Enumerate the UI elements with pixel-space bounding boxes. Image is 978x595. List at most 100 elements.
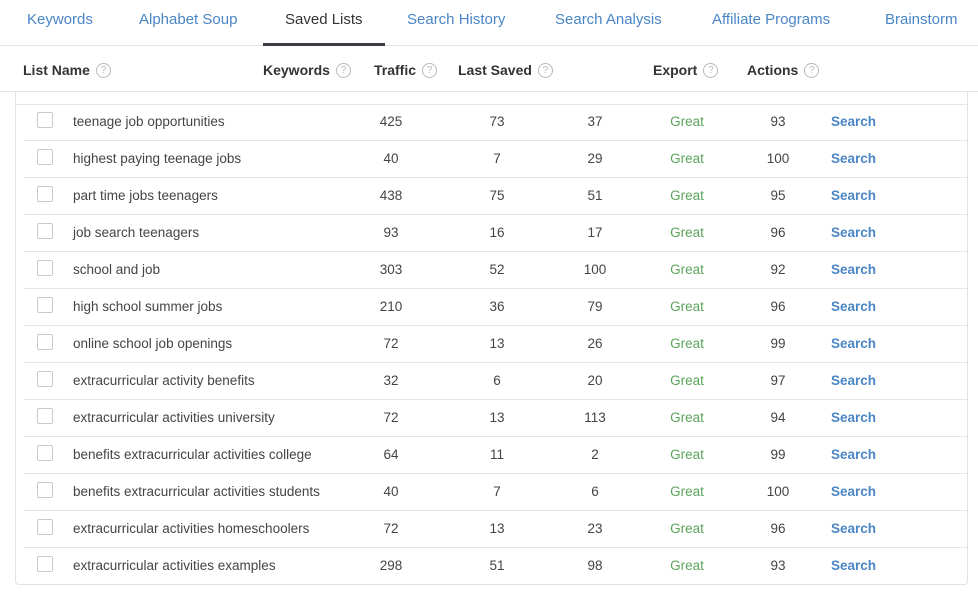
help-icon[interactable]: ? bbox=[335, 63, 351, 78]
row-checkbox[interactable] bbox=[37, 445, 53, 461]
table-row: extracurricular activity benefits 32 6 2… bbox=[24, 363, 967, 400]
column-header-label: Export bbox=[653, 62, 698, 78]
search-link[interactable]: Search bbox=[831, 363, 876, 399]
metric-value: 13 bbox=[489, 521, 505, 536]
column-header-label: Keywords bbox=[263, 62, 330, 78]
metric-value: 40 bbox=[383, 151, 399, 166]
help-icon[interactable]: ? bbox=[95, 63, 111, 78]
row-checkbox[interactable] bbox=[37, 556, 53, 572]
metric-value: 96 bbox=[770, 299, 786, 314]
metric-value: 51 bbox=[587, 188, 603, 203]
help-icon[interactable]: ? bbox=[703, 63, 719, 78]
metric-value: 210 bbox=[379, 299, 403, 314]
search-link[interactable]: Search bbox=[831, 141, 876, 177]
keyword-text: extracurricular activities homeschoolers bbox=[73, 521, 310, 536]
metric-value: 95 bbox=[770, 188, 786, 203]
quality-label: Great bbox=[670, 336, 704, 351]
table-row: job search teenagers 93 16 17 Great 96 S… bbox=[24, 215, 967, 252]
search-link[interactable]: Search bbox=[831, 326, 876, 362]
metric-value: 11 bbox=[489, 447, 504, 462]
metric-value: 93 bbox=[383, 225, 399, 240]
metric-value: 99 bbox=[770, 447, 786, 462]
table-row: highest paying teenage jobs 40 7 29 Grea… bbox=[24, 141, 967, 178]
row-checkbox[interactable] bbox=[37, 482, 53, 498]
keyword-text: school and job bbox=[73, 262, 161, 277]
tab-affiliate-programs[interactable]: Affiliate Programs bbox=[712, 0, 830, 46]
table-row: extracurricular activities examples 298 … bbox=[24, 548, 967, 585]
keyword-text: teenage job opportunities bbox=[73, 114, 225, 129]
quality-label: Great bbox=[670, 151, 704, 166]
row-checkbox[interactable] bbox=[37, 519, 53, 535]
metric-value: 100 bbox=[766, 484, 790, 499]
metric-value: 20 bbox=[587, 373, 603, 388]
search-link[interactable]: Search bbox=[831, 548, 876, 584]
metric-value: 40 bbox=[383, 484, 399, 499]
search-link[interactable]: Search bbox=[831, 474, 876, 510]
tab-brainstorm[interactable]: Brainstorm bbox=[885, 0, 958, 46]
row-checkbox[interactable] bbox=[37, 334, 53, 350]
tab-keywords[interactable]: Keywords bbox=[27, 0, 93, 46]
help-icon[interactable]: ? bbox=[537, 63, 553, 78]
metric-value: 64 bbox=[383, 447, 399, 462]
quality-label: Great bbox=[670, 262, 704, 277]
help-icon[interactable]: ? bbox=[804, 63, 820, 78]
row-checkbox[interactable] bbox=[37, 408, 53, 424]
metric-value: 72 bbox=[383, 521, 399, 536]
metric-value: 13 bbox=[489, 336, 505, 351]
quality-label: Great bbox=[670, 558, 704, 573]
metric-value: 100 bbox=[583, 262, 607, 277]
help-icon[interactable]: ? bbox=[422, 63, 438, 78]
keyword-text: extracurricular activity benefits bbox=[73, 373, 255, 388]
row-checkbox[interactable] bbox=[37, 112, 53, 128]
metric-value: 72 bbox=[383, 410, 399, 425]
table-row: benefits extracurricular activities stud… bbox=[24, 474, 967, 511]
table-header: List Name? Keywords? Traffic? Last Saved… bbox=[0, 46, 978, 92]
table-row: part time jobs teenagers 438 75 51 Great… bbox=[24, 178, 967, 215]
metric-value: 93 bbox=[770, 558, 786, 573]
search-link[interactable]: Search bbox=[831, 511, 876, 547]
row-checkbox[interactable] bbox=[37, 371, 53, 387]
keyword-text: online school job openings bbox=[73, 336, 233, 351]
column-header-export[interactable]: Export? bbox=[653, 46, 719, 92]
column-header-last-saved[interactable]: Last Saved? bbox=[458, 46, 553, 92]
row-checkbox[interactable] bbox=[37, 223, 53, 239]
metric-value: 29 bbox=[587, 151, 603, 166]
search-link[interactable]: Search bbox=[831, 215, 876, 251]
keyword-text: benefits extracurricular activities coll… bbox=[73, 447, 312, 462]
row-checkbox[interactable] bbox=[37, 149, 53, 165]
quality-label: Great bbox=[670, 114, 704, 129]
row-checkbox[interactable] bbox=[37, 260, 53, 276]
row-checkbox[interactable] bbox=[37, 186, 53, 202]
metric-value: 99 bbox=[770, 336, 786, 351]
tab-search-analysis[interactable]: Search Analysis bbox=[555, 0, 662, 46]
quality-label: Great bbox=[670, 188, 704, 203]
search-link[interactable]: Search bbox=[831, 289, 876, 325]
quality-label: Great bbox=[670, 447, 704, 462]
search-link[interactable]: Search bbox=[831, 437, 876, 473]
search-link[interactable]: Search bbox=[831, 252, 876, 288]
column-header-list-name[interactable]: List Name? bbox=[23, 46, 111, 92]
search-link[interactable]: Search bbox=[831, 400, 876, 436]
tab-alphabet-soup[interactable]: Alphabet Soup bbox=[139, 0, 237, 46]
metric-value: 37 bbox=[587, 114, 603, 129]
table-row: school and job 303 52 100 Great 92 Searc… bbox=[24, 252, 967, 289]
quality-label: Great bbox=[670, 299, 704, 314]
metric-value: 7 bbox=[493, 151, 501, 166]
metric-value: 52 bbox=[489, 262, 505, 277]
tab-saved-lists[interactable]: Saved Lists bbox=[263, 0, 384, 46]
quality-label: Great bbox=[670, 521, 704, 536]
search-link[interactable]: Search bbox=[831, 178, 876, 214]
search-link[interactable]: Search bbox=[831, 104, 876, 140]
tab-search-history[interactable]: Search History bbox=[407, 0, 505, 46]
table-row: high school summer jobs 210 36 79 Great … bbox=[24, 289, 967, 326]
row-checkbox[interactable] bbox=[37, 297, 53, 313]
column-header-traffic[interactable]: Traffic? bbox=[374, 46, 438, 92]
metric-value: 113 bbox=[584, 410, 606, 425]
metric-value: 98 bbox=[587, 558, 603, 573]
keyword-text: part time jobs teenagers bbox=[73, 188, 218, 203]
column-header-actions[interactable]: Actions? bbox=[747, 46, 820, 92]
metric-value: 73 bbox=[489, 114, 505, 129]
metric-value: 32 bbox=[383, 373, 399, 388]
column-header-keywords[interactable]: Keywords? bbox=[263, 46, 351, 92]
metric-value: 2 bbox=[591, 447, 599, 462]
